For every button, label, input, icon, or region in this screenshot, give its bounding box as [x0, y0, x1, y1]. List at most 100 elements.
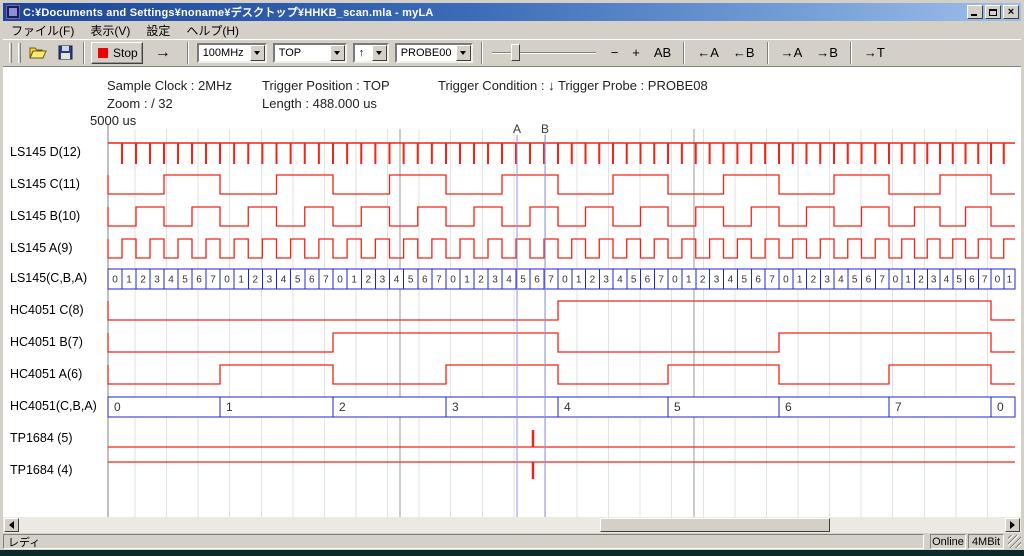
goto-trigger-button[interactable]: →T [858, 42, 891, 64]
minimize-button[interactable] [967, 5, 983, 19]
menu-bar: ファイル(F) 表示(V) 設定 ヘルプ(H) [3, 22, 1021, 38]
move-cursor-a-right-button[interactable]: →A [775, 42, 809, 64]
toolbar: Stop → 100MHz TOP ↑ PROBE00 − + AB ←A [3, 39, 1021, 65]
zoom-in-button[interactable]: + [626, 42, 646, 64]
svg-text:7: 7 [658, 275, 664, 286]
menu-settings[interactable]: 設定 [138, 21, 178, 40]
svg-text:2: 2 [339, 400, 346, 414]
window-bottom-edge [0, 550, 1024, 556]
svg-text:5: 5 [408, 275, 414, 286]
chevron-down-icon [254, 51, 260, 55]
open-button[interactable] [25, 42, 52, 64]
toolbar-separator [683, 42, 685, 64]
waveform-hc4051-a-6 [108, 365, 1015, 384]
signal-label-ls145-b-10: LS145 B(10) [10, 209, 80, 223]
svg-text:7: 7 [323, 275, 329, 286]
trigger-edge-value: ↑ [359, 47, 370, 59]
stop-button[interactable]: Stop [91, 42, 143, 64]
svg-text:6: 6 [196, 275, 202, 286]
svg-text:3: 3 [824, 275, 830, 286]
zoom-slider[interactable] [492, 43, 596, 63]
sample-rate-dropdown-button[interactable] [250, 45, 265, 61]
zoom-slider-handle[interactable] [511, 44, 520, 61]
triangle-right-icon [1010, 521, 1015, 529]
svg-text:0: 0 [562, 275, 568, 286]
toolbar-separator [187, 42, 189, 64]
waveform-display[interactable]: 0123456701234567012345670123456701234567… [3, 67, 1021, 517]
trigger-edge-combo[interactable]: ↑ [353, 43, 389, 63]
svg-text:7: 7 [436, 275, 442, 286]
status-online-badge: Online [930, 534, 966, 549]
svg-text:3: 3 [603, 275, 609, 286]
svg-text:5: 5 [956, 275, 962, 286]
trigger-probe-dropdown-button[interactable] [456, 45, 471, 61]
stop-button-label: Stop [113, 46, 138, 60]
status-ready-text: レディ [8, 534, 40, 550]
signal-label-hc4051-c-b-a: HC4051(C,B,A) [10, 399, 97, 413]
svg-text:6: 6 [309, 275, 315, 286]
svg-text:3: 3 [154, 275, 160, 286]
menu-view[interactable]: 表示(V) [82, 21, 138, 40]
svg-text:2: 2 [478, 275, 484, 286]
signal-label-hc4051-c-8: HC4051 C(8) [10, 303, 84, 317]
zoom-out-button[interactable]: − [605, 42, 625, 64]
svg-text:6: 6 [866, 275, 872, 286]
trigger-position-combo[interactable]: TOP [273, 43, 347, 63]
close-button[interactable]: × [1003, 5, 1019, 19]
minimize-icon [971, 14, 977, 16]
svg-text:6: 6 [534, 275, 540, 286]
window-title: C:¥Documents and Settings¥noname¥デスクトップ¥… [23, 4, 965, 20]
scroll-left-button[interactable] [4, 518, 19, 532]
menu-file[interactable]: ファイル(F) [3, 21, 82, 40]
move-cursor-b-right-button[interactable]: →B [810, 42, 844, 64]
svg-text:5: 5 [674, 400, 681, 414]
sample-rate-combo[interactable]: 100MHz [197, 43, 267, 63]
toolbar-grip[interactable] [18, 43, 21, 63]
svg-text:3: 3 [380, 275, 386, 286]
waveform-ls145-c-b-a: 0123456701234567012345670123456701234567… [108, 269, 1015, 289]
svg-text:2: 2 [811, 275, 817, 286]
svg-text:4: 4 [394, 275, 400, 286]
sample-rate-value: 100MHz [203, 47, 248, 59]
svg-text:0: 0 [450, 275, 456, 286]
trigger-probe-combo[interactable]: PROBE00 [395, 43, 473, 63]
svg-text:1: 1 [238, 275, 244, 286]
resize-grip[interactable] [1008, 535, 1021, 548]
svg-text:3: 3 [267, 275, 273, 286]
timeline-grid [108, 125, 987, 517]
svg-text:3: 3 [714, 275, 720, 286]
svg-text:6: 6 [422, 275, 428, 286]
svg-text:4: 4 [168, 275, 174, 286]
svg-text:0: 0 [672, 275, 678, 286]
svg-text:5: 5 [852, 275, 858, 286]
save-button[interactable] [54, 42, 77, 64]
signal-label-tp1684-5: TP1684 (5) [10, 431, 73, 445]
waveform-tp1684-5 [108, 430, 1015, 447]
scroll-right-button[interactable] [1005, 518, 1020, 532]
signal-label-ls145-c-11: LS145 C(11) [10, 177, 80, 191]
move-cursor-a-left-button[interactable]: ←A [691, 42, 725, 64]
svg-text:2: 2 [253, 275, 259, 286]
save-floppy-icon [58, 45, 73, 60]
scrollbar-thumb[interactable] [600, 518, 830, 532]
chevron-down-icon [376, 51, 382, 55]
toolbar-separator [850, 42, 852, 64]
triangle-left-icon [9, 521, 14, 529]
svg-text:5: 5 [520, 275, 526, 286]
horizontal-scrollbar[interactable] [3, 517, 1021, 533]
svg-text:3: 3 [931, 275, 937, 286]
run-button[interactable]: → [145, 42, 181, 64]
waveform-ls145-a-9 [108, 239, 1015, 258]
toolbar-grip[interactable] [9, 43, 12, 63]
svg-text:0: 0 [224, 275, 230, 286]
title-bar[interactable]: C:¥Documents and Settings¥noname¥デスクトップ¥… [3, 3, 1021, 21]
app-icon [6, 5, 20, 19]
maximize-button[interactable] [985, 5, 1001, 19]
trigger-edge-dropdown-button[interactable] [372, 45, 387, 61]
ab-range-button[interactable]: AB [648, 42, 677, 64]
move-cursor-b-left-button[interactable]: ←B [727, 42, 761, 64]
menu-help[interactable]: ヘルプ(H) [178, 21, 247, 40]
svg-text:5: 5 [182, 275, 188, 286]
svg-text:1: 1 [576, 275, 582, 286]
trigger-position-dropdown-button[interactable] [330, 45, 345, 61]
